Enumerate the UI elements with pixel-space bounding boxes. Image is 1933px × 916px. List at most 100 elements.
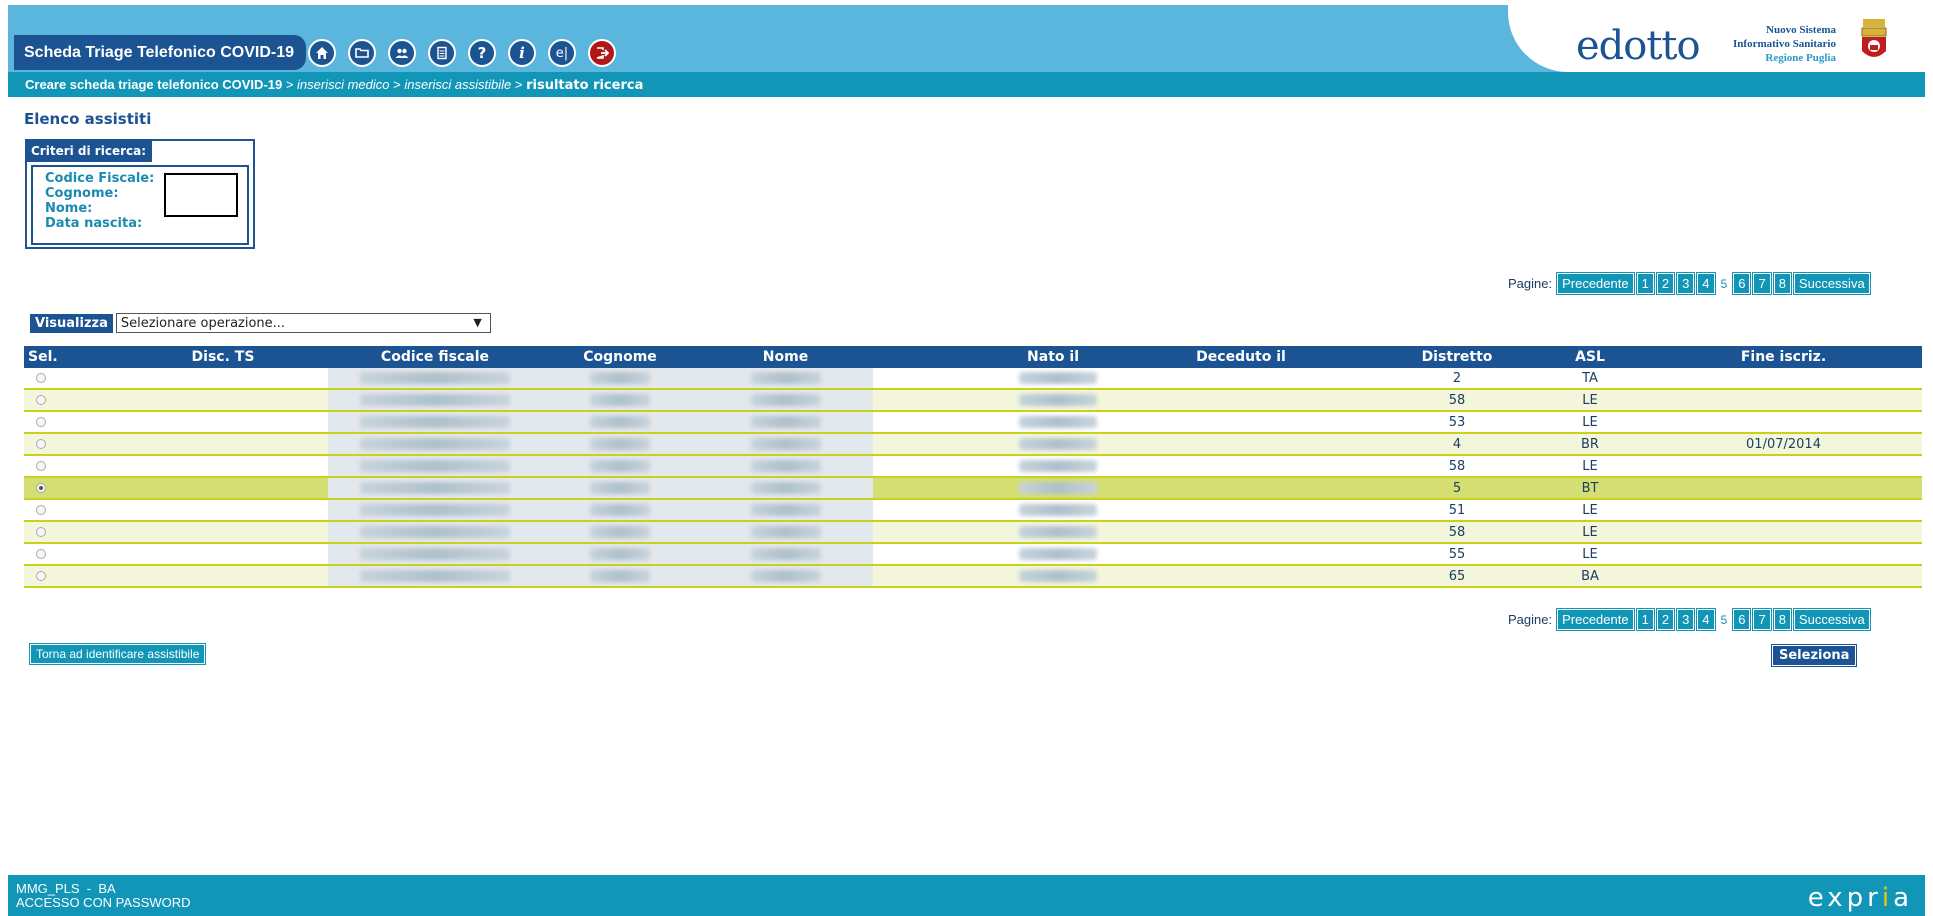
brand-part-a: expr [1807, 883, 1882, 913]
pager-prev-button[interactable]: Precedente [1556, 272, 1635, 295]
row-select-cell[interactable] [24, 543, 118, 566]
visualizza-button[interactable]: Visualizza [30, 313, 113, 333]
redacted-value [1019, 438, 1097, 450]
pager-page-4[interactable]: 4 [1696, 272, 1716, 295]
row-select-cell[interactable] [24, 368, 118, 390]
row-radio[interactable] [36, 461, 46, 471]
table-row[interactable]: 53 LE [24, 411, 1922, 434]
row-radio[interactable] [36, 395, 46, 405]
criteria-label-nome: Nome: [45, 201, 93, 216]
fine-iscriz-cell [1645, 477, 1922, 500]
pager-page-1[interactable]: 1 [1635, 608, 1655, 631]
row-select-cell[interactable] [24, 455, 118, 478]
row-select-cell[interactable] [24, 433, 118, 456]
codice-fiscale-cell [328, 477, 542, 500]
pager-page-2[interactable]: 2 [1655, 608, 1676, 631]
pager-page-3[interactable]: 3 [1676, 272, 1696, 295]
document-icon[interactable] [428, 39, 456, 67]
pager-page-2[interactable]: 2 [1655, 272, 1676, 295]
distretto-cell: 58 [1379, 521, 1535, 544]
row-select-cell[interactable] [24, 521, 118, 544]
pager-page-6[interactable]: 6 [1732, 608, 1752, 631]
table-row[interactable]: 58 LE [24, 455, 1922, 478]
table-row[interactable]: 58 LE [24, 521, 1922, 544]
row-radio[interactable] [36, 439, 46, 449]
users-icon[interactable] [388, 39, 416, 67]
operation-select[interactable]: Selezionare operazione... ▼ [115, 313, 491, 333]
codice-fiscale-cell [328, 455, 542, 478]
row-select-cell[interactable] [24, 411, 118, 434]
redacted-value [590, 548, 650, 560]
table-row[interactable]: 58 LE [24, 389, 1922, 412]
redacted-value [360, 394, 510, 406]
nato-il-cell [873, 389, 1103, 412]
breadcrumb-step-1[interactable]: Creare scheda triage telefonico COVID-19 [25, 77, 282, 92]
row-radio[interactable] [36, 373, 46, 383]
nome-cell [698, 565, 873, 588]
pager-page-1[interactable]: 1 [1635, 272, 1655, 295]
disc-ts-cell [118, 433, 328, 456]
redacted-value [1019, 416, 1097, 428]
asl-cell: LE [1535, 499, 1645, 522]
codice-fiscale-cell [328, 368, 542, 390]
table-row[interactable]: 5 BT [24, 477, 1922, 500]
home-icon[interactable] [308, 39, 336, 67]
table-row[interactable]: 55 LE [24, 543, 1922, 566]
pager-page-8[interactable]: 8 [1772, 272, 1792, 295]
nome-cell [698, 521, 873, 544]
table-row[interactable]: 4 BR 01/07/2014 [24, 433, 1922, 456]
info-icon[interactable]: i [508, 39, 536, 67]
pager-page-6[interactable]: 6 [1732, 272, 1752, 295]
back-to-identify-button[interactable]: Torna ad identificare assistibile [28, 643, 207, 665]
breadcrumb-separator: > [389, 77, 405, 92]
row-radio[interactable] [36, 571, 46, 581]
col-header-sel: Sel. [24, 346, 118, 368]
col-header-disc-ts: Disc. TS [118, 346, 328, 368]
pager-page-3[interactable]: 3 [1676, 608, 1696, 631]
logout-icon[interactable] [588, 39, 616, 67]
pager-next-button[interactable]: Successiva [1792, 272, 1871, 295]
brand-part-b: i [1881, 883, 1894, 913]
deceduto-il-cell [1103, 433, 1379, 456]
pager-page-7[interactable]: 7 [1752, 608, 1772, 631]
asl-cell: BA [1535, 565, 1645, 588]
row-radio[interactable] [36, 549, 46, 559]
folder-icon[interactable] [348, 39, 376, 67]
disc-ts-cell [118, 389, 328, 412]
table-row[interactable]: 51 LE [24, 499, 1922, 522]
breadcrumb-step-2[interactable]: inserisci medico [297, 77, 389, 92]
redacted-value [750, 548, 821, 560]
row-select-cell[interactable] [24, 477, 118, 500]
pager-page-7[interactable]: 7 [1752, 272, 1772, 295]
row-select-cell[interactable] [24, 565, 118, 588]
cognome-cell [542, 368, 698, 390]
row-radio[interactable] [36, 417, 46, 427]
deceduto-il-cell [1103, 477, 1379, 500]
nato-il-cell [873, 565, 1103, 588]
pager-next-button[interactable]: Successiva [1792, 608, 1871, 631]
redacted-value [750, 504, 821, 516]
table-row[interactable]: 2 TA [24, 368, 1922, 390]
operation-select-value: Selezionare operazione... [120, 316, 286, 331]
seleziona-button[interactable]: Seleziona [1770, 644, 1858, 667]
nato-il-cell [873, 368, 1103, 390]
el-icon[interactable]: e| [548, 39, 576, 67]
row-radio[interactable] [36, 505, 46, 515]
app-title: Scheda Triage Telefonico COVID-19 [14, 35, 306, 70]
disc-ts-cell [118, 455, 328, 478]
pager-prev-button[interactable]: Precedente [1556, 608, 1635, 631]
table-row[interactable]: 65 BA [24, 565, 1922, 588]
row-select-cell[interactable] [24, 389, 118, 412]
distretto-cell: 2 [1379, 368, 1535, 390]
row-select-cell[interactable] [24, 499, 118, 522]
fine-iscriz-cell [1645, 455, 1922, 478]
pager-page-8[interactable]: 8 [1772, 608, 1792, 631]
nome-cell [698, 433, 873, 456]
row-radio[interactable] [36, 483, 46, 493]
row-radio[interactable] [36, 527, 46, 537]
redacted-value [1019, 394, 1097, 406]
help-icon[interactable]: ? [468, 39, 496, 67]
pager-page-4[interactable]: 4 [1696, 608, 1716, 631]
breadcrumb-step-3[interactable]: inserisci assistibile [404, 77, 511, 92]
redacted-value [360, 438, 510, 450]
